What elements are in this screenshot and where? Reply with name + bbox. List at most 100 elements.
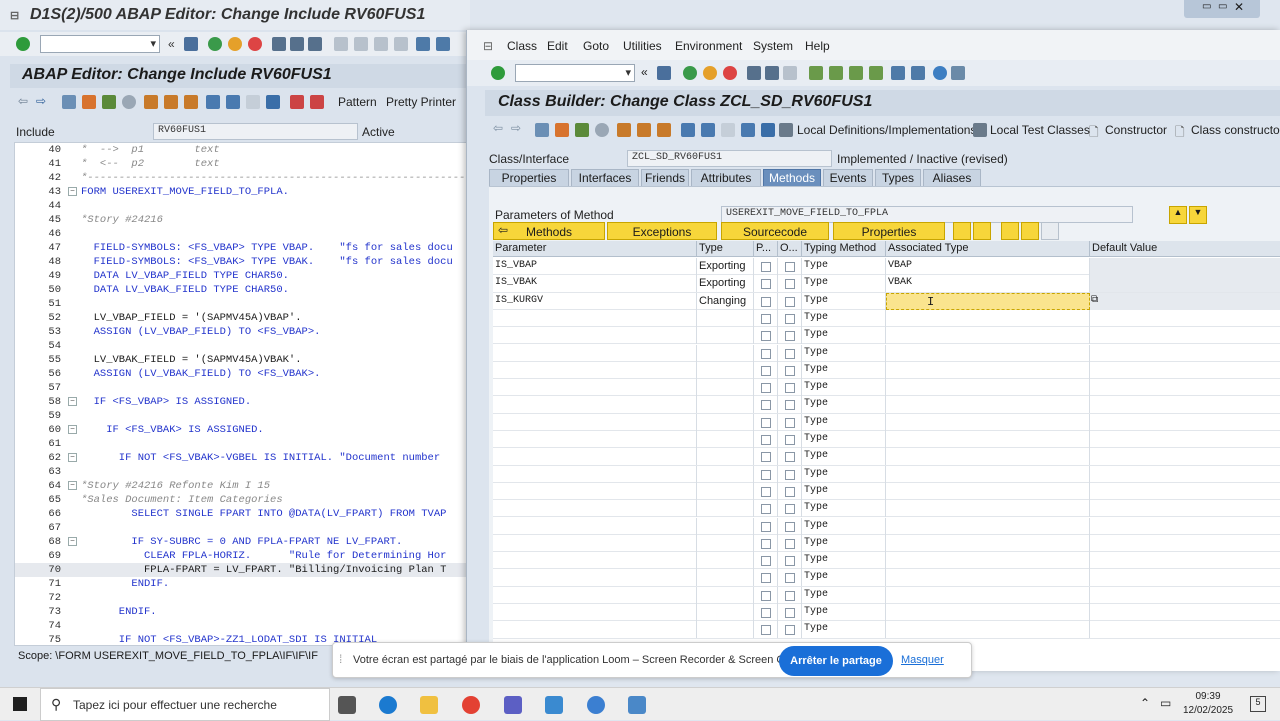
navigate-icon[interactable] bbox=[184, 95, 198, 109]
table-row[interactable]: Type bbox=[493, 517, 1280, 535]
find-next-icon[interactable] bbox=[783, 66, 797, 80]
associated-type-cell[interactable] bbox=[886, 517, 1090, 535]
default-value-cell[interactable] bbox=[1090, 275, 1280, 293]
code-line[interactable]: 53 ASSIGN (LV_VBAP_FIELD) TO <FS_VBAP>. bbox=[15, 325, 469, 339]
optional-cell[interactable] bbox=[778, 379, 802, 397]
methods-button[interactable]: ⇦ Methods bbox=[493, 222, 605, 240]
code-line[interactable]: 51 bbox=[15, 297, 469, 311]
fold-toggle-icon[interactable]: − bbox=[68, 481, 77, 490]
copy-icon[interactable] bbox=[1021, 222, 1039, 240]
type-cell[interactable] bbox=[697, 534, 754, 552]
command-field[interactable] bbox=[40, 35, 160, 53]
menu-goto[interactable]: Goto bbox=[583, 39, 609, 53]
pass-value-cell[interactable] bbox=[754, 258, 778, 275]
typing-method-cell[interactable]: Type bbox=[802, 379, 886, 397]
optional-cell[interactable] bbox=[778, 534, 802, 552]
edit-pencil-icon[interactable] bbox=[637, 123, 651, 137]
code-line[interactable]: 42 *-------------------------------------… bbox=[15, 171, 469, 185]
code-line[interactable]: 71 ENDIF. bbox=[15, 577, 469, 591]
exceptions-button[interactable]: Exceptions bbox=[607, 222, 717, 240]
optional-cell[interactable] bbox=[778, 327, 802, 345]
pass-value-checkbox[interactable] bbox=[761, 383, 771, 394]
optional-checkbox[interactable] bbox=[785, 331, 795, 342]
default-value-cell[interactable] bbox=[1090, 414, 1280, 431]
pass-value-checkbox[interactable] bbox=[761, 279, 771, 290]
parameter-cell[interactable] bbox=[493, 621, 697, 639]
type-cell[interactable] bbox=[697, 517, 754, 535]
paste-icon[interactable] bbox=[1041, 222, 1059, 240]
notification-badge[interactable]: 5 bbox=[1250, 696, 1266, 712]
type-cell[interactable]: Exporting bbox=[697, 275, 754, 293]
code-line[interactable]: 58− IF <FS_VBAP> IS ASSIGNED. bbox=[15, 395, 469, 409]
type-cell[interactable] bbox=[697, 431, 754, 448]
code-line[interactable]: 60− IF <FS_VBAK> IS ASSIGNED. bbox=[15, 423, 469, 437]
typing-method-cell[interactable]: Type bbox=[802, 344, 886, 362]
typing-method-cell[interactable]: Type bbox=[802, 431, 886, 448]
value-help-icon[interactable]: ⧉ bbox=[1091, 294, 1098, 305]
pass-value-cell[interactable] bbox=[754, 344, 778, 362]
pass-value-checkbox[interactable] bbox=[761, 331, 771, 342]
typing-method-cell[interactable]: Type bbox=[802, 275, 886, 293]
pass-value-cell[interactable] bbox=[754, 361, 778, 379]
cut-icon[interactable] bbox=[1001, 222, 1019, 240]
code-line[interactable]: 65 *Sales Document: Item Categories bbox=[15, 493, 469, 507]
optional-cell[interactable] bbox=[778, 465, 802, 483]
next-page-icon[interactable] bbox=[374, 37, 388, 51]
table-row[interactable]: Type bbox=[493, 586, 1280, 604]
parameter-cell[interactable] bbox=[493, 465, 697, 483]
task-view-icon[interactable] bbox=[338, 696, 356, 714]
filter-icon[interactable] bbox=[741, 123, 755, 137]
associated-type-cell[interactable] bbox=[886, 344, 1090, 362]
tab-interfaces[interactable]: Interfaces bbox=[571, 169, 639, 187]
parameter-cell[interactable] bbox=[493, 361, 697, 379]
default-value-cell[interactable] bbox=[1090, 466, 1280, 483]
default-value-cell[interactable] bbox=[1090, 518, 1280, 535]
table-row[interactable]: IS_KURGV Changing Type I ⧉ bbox=[493, 292, 1280, 310]
pass-value-cell[interactable] bbox=[754, 482, 778, 500]
edge-icon[interactable] bbox=[379, 696, 397, 714]
table-row[interactable]: Type bbox=[493, 396, 1280, 414]
associated-type-cell[interactable] bbox=[886, 534, 1090, 552]
pass-value-checkbox[interactable] bbox=[761, 452, 771, 463]
associated-type-cell[interactable] bbox=[886, 569, 1090, 587]
optional-cell[interactable] bbox=[778, 482, 802, 500]
parameter-cell[interactable] bbox=[493, 396, 697, 414]
tab-friends[interactable]: Friends bbox=[641, 169, 689, 187]
code-line[interactable]: 59 bbox=[15, 409, 469, 423]
hierarchy-icon[interactable] bbox=[206, 95, 220, 109]
optional-checkbox[interactable] bbox=[785, 279, 795, 290]
code-line[interactable]: 70 FPLA-FPART = LV_FPART. "Billing/Invoi… bbox=[15, 563, 469, 577]
type-cell[interactable] bbox=[697, 482, 754, 500]
optional-checkbox[interactable] bbox=[785, 556, 795, 567]
parameter-cell[interactable] bbox=[493, 379, 697, 397]
pass-value-cell[interactable] bbox=[754, 517, 778, 535]
first-page-icon[interactable] bbox=[809, 66, 823, 80]
app-icon[interactable] bbox=[545, 696, 563, 714]
breakpoint-icon[interactable] bbox=[290, 95, 304, 109]
parameter-cell[interactable] bbox=[493, 586, 697, 604]
table-row[interactable]: Type bbox=[493, 621, 1280, 639]
pass-value-cell[interactable] bbox=[754, 569, 778, 587]
optional-checkbox[interactable] bbox=[785, 504, 795, 515]
save-icon[interactable] bbox=[657, 66, 671, 80]
optional-checkbox[interactable] bbox=[785, 383, 795, 394]
class-constructor-button[interactable]: Class constructor bbox=[1191, 123, 1280, 137]
chevron-up-icon[interactable]: ⌃ bbox=[1140, 696, 1150, 710]
associated-type-cell[interactable] bbox=[886, 379, 1090, 397]
object-list-icon[interactable] bbox=[701, 123, 715, 137]
optional-checkbox[interactable] bbox=[785, 400, 795, 411]
pass-value-checkbox[interactable] bbox=[761, 556, 771, 567]
associated-type-cell[interactable] bbox=[886, 621, 1090, 639]
optional-cell[interactable] bbox=[778, 552, 802, 570]
table-row[interactable]: Type bbox=[493, 448, 1280, 466]
code-line[interactable]: 49 DATA LV_VBAP_FIELD TYPE CHAR50. bbox=[15, 269, 469, 283]
find-next-icon[interactable] bbox=[308, 37, 322, 51]
arrow-right-icon[interactable]: ⇨ bbox=[511, 121, 521, 135]
parameter-cell[interactable] bbox=[493, 344, 697, 362]
optional-cell[interactable] bbox=[778, 517, 802, 535]
associated-type-cell[interactable]: VBAK bbox=[886, 275, 1090, 293]
associated-type-cell[interactable] bbox=[886, 465, 1090, 483]
pass-value-cell[interactable] bbox=[754, 292, 778, 310]
code-line[interactable]: 46 bbox=[15, 227, 469, 241]
default-value-cell[interactable] bbox=[1090, 483, 1280, 500]
